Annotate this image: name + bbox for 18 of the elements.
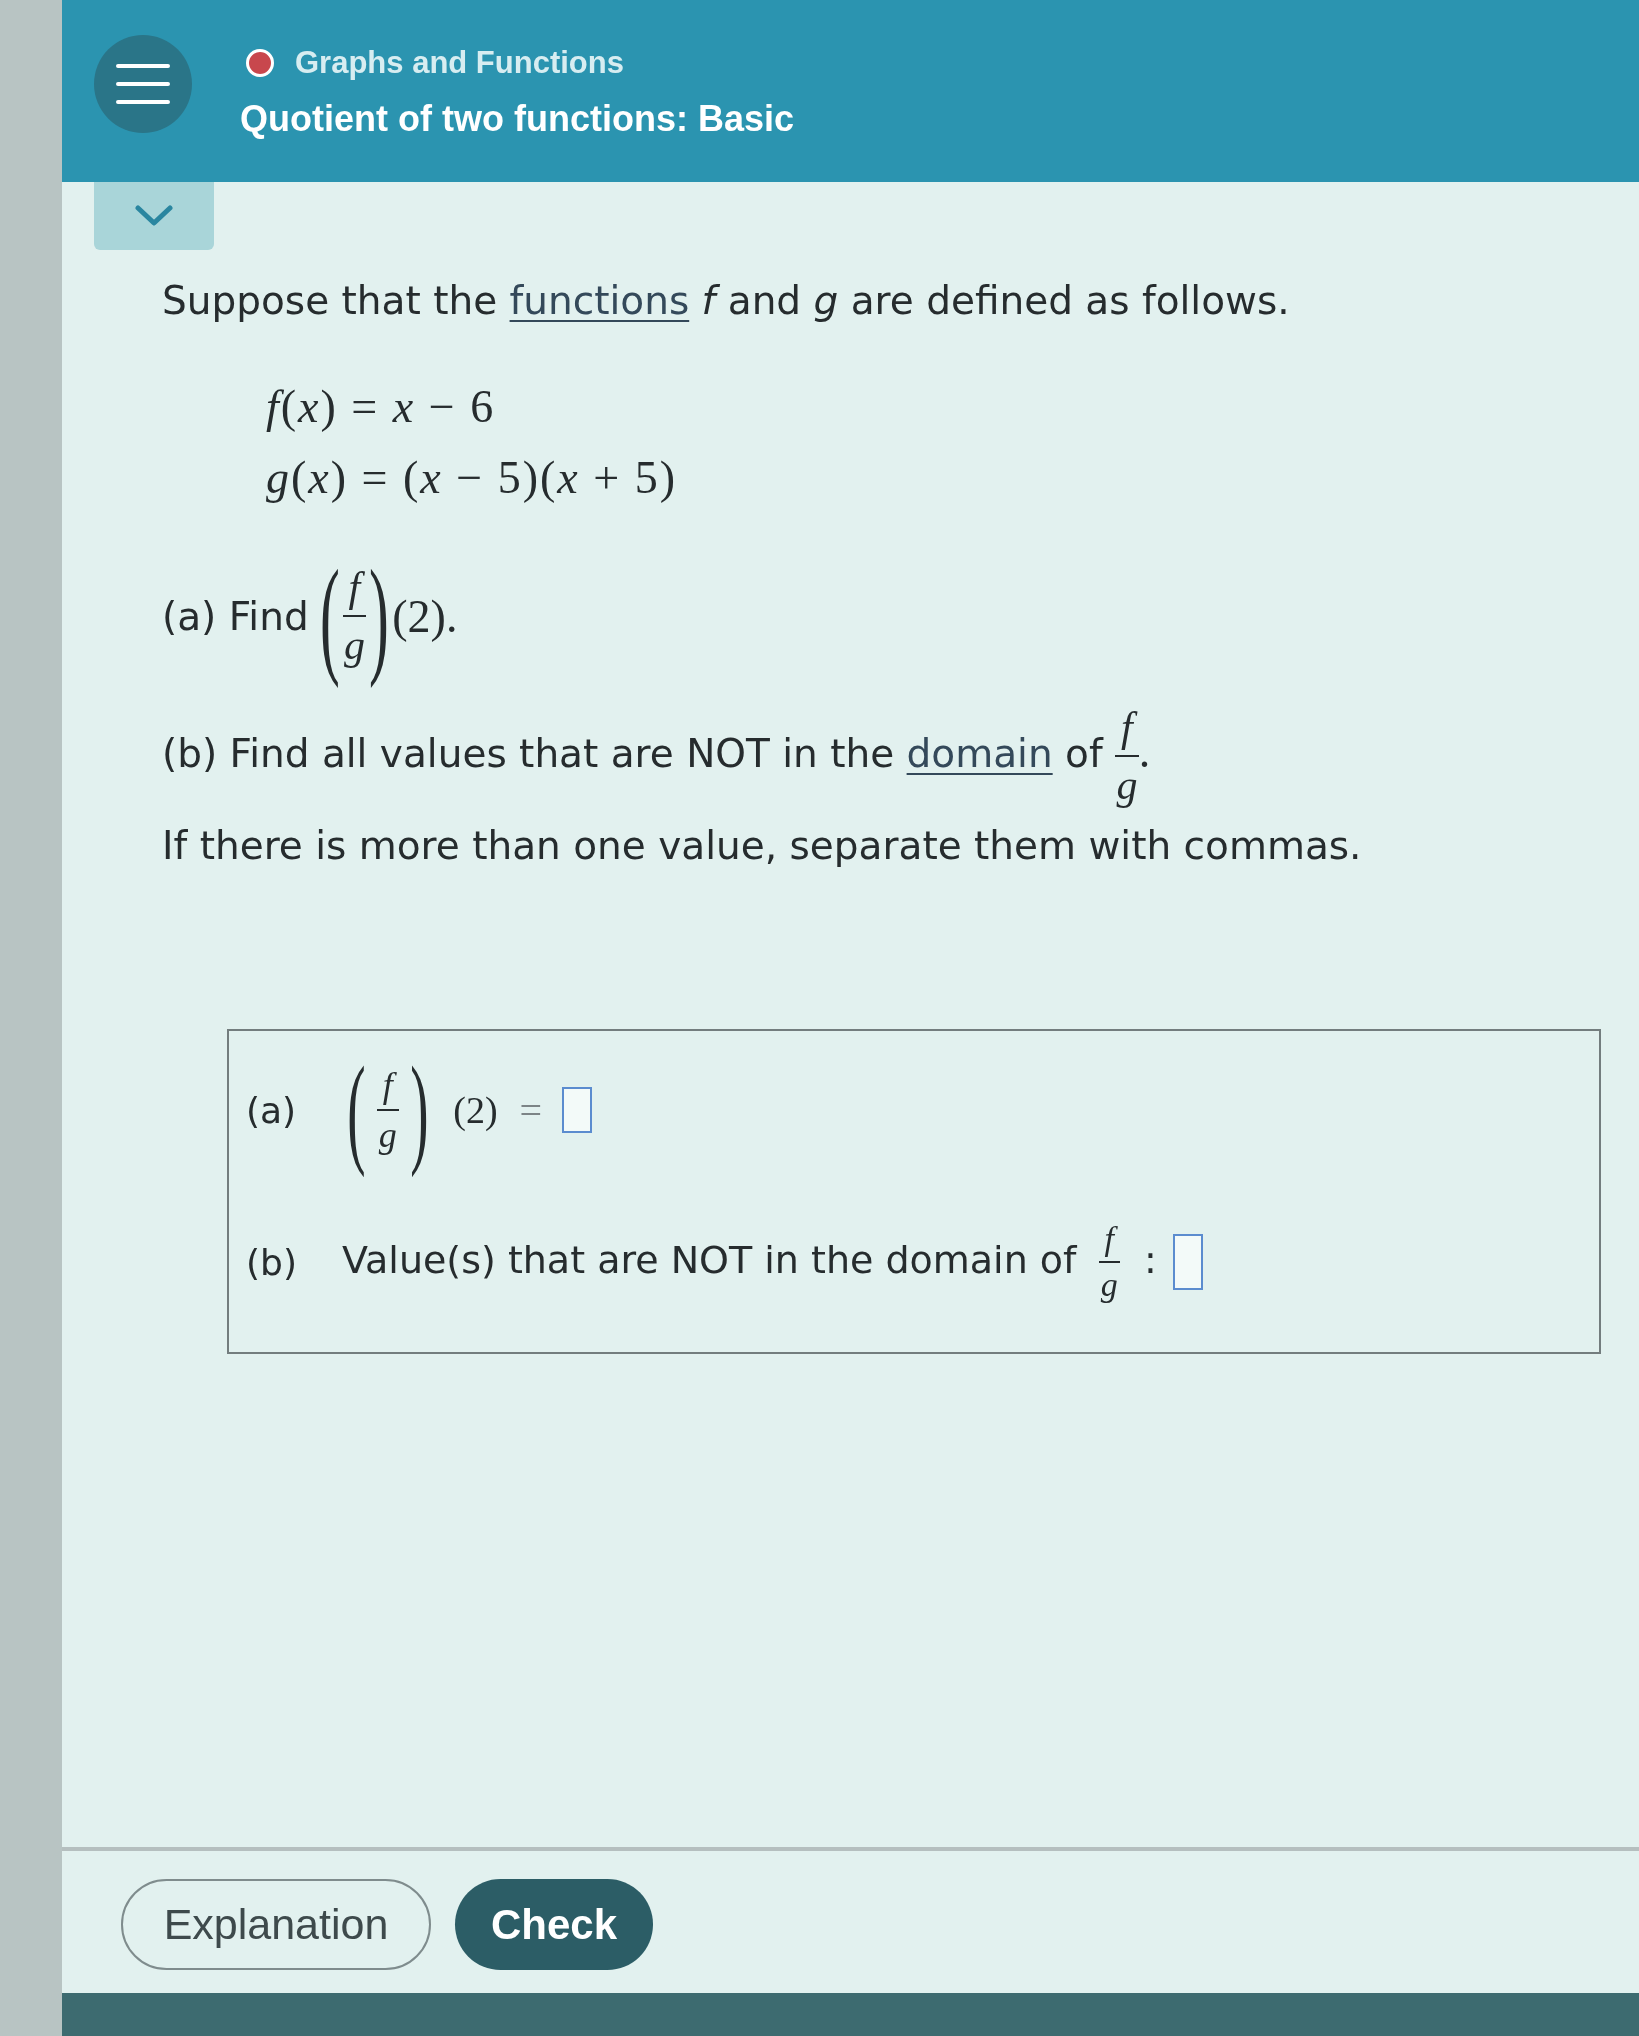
glossary-link[interactable]: functions bbox=[509, 278, 690, 323]
topic-dot-icon bbox=[246, 49, 274, 77]
part-label: (b) bbox=[246, 1241, 298, 1283]
collapse-tab[interactable] bbox=[94, 182, 214, 250]
part-label: (a) bbox=[246, 1089, 298, 1131]
menu-icon bbox=[116, 64, 170, 104]
problem-statement: Suppose that the functions f and g are defined as follows. bbox=[162, 277, 1290, 325]
answer-field[interactable] bbox=[562, 1087, 593, 1133]
check-button[interactable]: Check bbox=[455, 1879, 653, 1970]
instruction-text: If there is more than one value, separate them with commas. bbox=[162, 822, 1362, 870]
explanation-button[interactable]: Explanation bbox=[121, 1879, 431, 1970]
lesson-title: Quotient of two functions: Basic bbox=[240, 98, 794, 140]
chevron-down-icon bbox=[135, 205, 173, 227]
glossary-link[interactable]: domain bbox=[906, 730, 1053, 776]
equation: g(x) = (x − 5)(x + 5) bbox=[266, 451, 678, 505]
answer-field[interactable] bbox=[1172, 1234, 1203, 1290]
topic-name: Graphs and Functions bbox=[295, 45, 624, 81]
equation: f(x) = x − 6 bbox=[266, 380, 496, 434]
